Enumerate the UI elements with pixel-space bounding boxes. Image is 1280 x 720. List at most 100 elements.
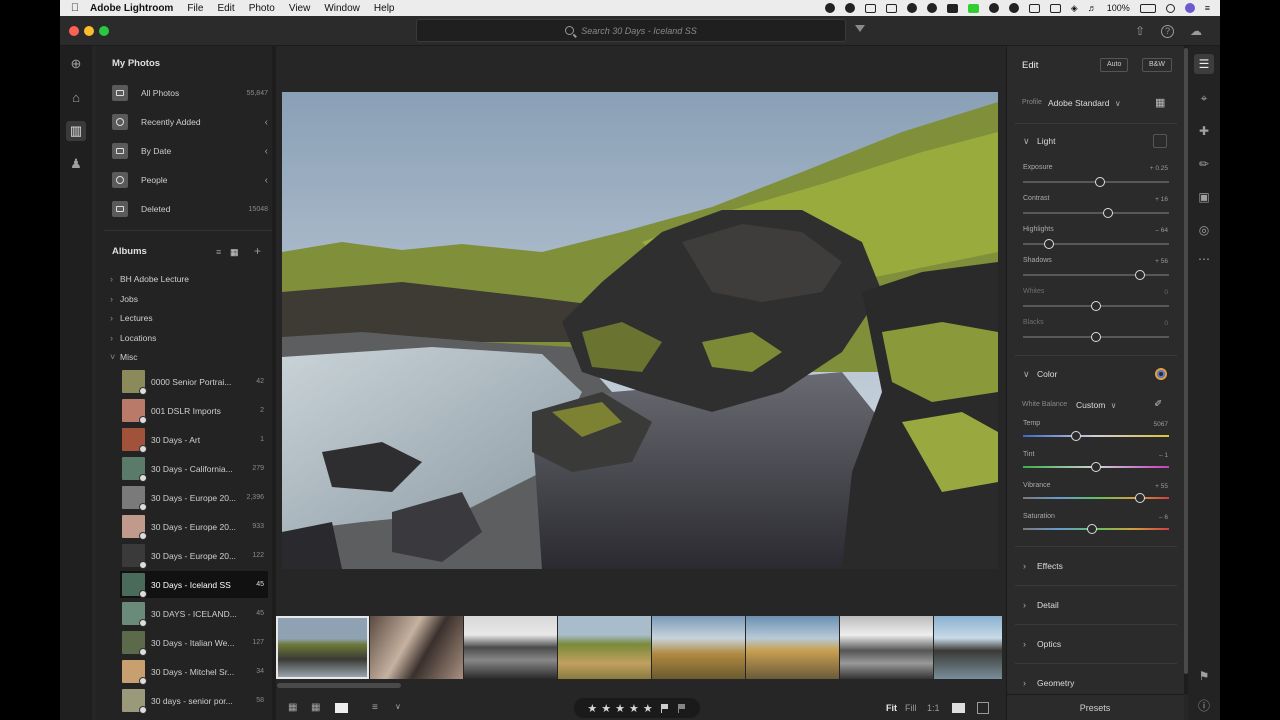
sidebar-item-people[interactable]: People ‹	[112, 168, 268, 192]
filmstrip-thumbnail[interactable]	[464, 616, 557, 679]
add-photos-icon[interactable]: ⊕	[66, 54, 86, 74]
info-overlay-icon[interactable]	[952, 703, 965, 713]
album-folder[interactable]: › BH Adobe Lecture	[110, 270, 266, 288]
star-icon[interactable]: ★	[643, 702, 653, 715]
healing-icon[interactable]: ✚	[1194, 121, 1214, 141]
slider-knob-highlights[interactable]	[1044, 239, 1055, 249]
status-icon[interactable]	[1008, 3, 1019, 13]
menu-help[interactable]: Help	[374, 3, 395, 14]
crop-icon[interactable]: ⌖	[1194, 88, 1214, 108]
album-item[interactable]: 001 DSLR Imports 2	[120, 397, 268, 424]
slider-knob-contrast[interactable]	[1102, 208, 1113, 218]
brush-icon[interactable]: ✏	[1194, 154, 1214, 174]
slider-value-highlights[interactable]: – 64	[1155, 227, 1168, 234]
slider-value-contrast[interactable]: + 16	[1155, 196, 1168, 203]
status-icon[interactable]	[844, 3, 855, 13]
color-mixer-icon[interactable]	[1155, 368, 1167, 380]
slider-knob-vibrance[interactable]	[1134, 493, 1145, 503]
slider-value-saturation[interactable]: – 6	[1159, 514, 1168, 521]
radial-gradient-icon[interactable]: ◎	[1194, 220, 1214, 240]
filter-icon[interactable]	[855, 25, 865, 32]
compare-view-icon[interactable]	[977, 702, 989, 714]
status-icon[interactable]	[926, 3, 937, 13]
menu-photo[interactable]: Photo	[249, 3, 275, 14]
minimize-window-button[interactable]	[84, 26, 94, 36]
section-header-detail[interactable]: › Detail	[1007, 595, 1185, 615]
keyword-tag-icon[interactable]: ⚑	[1194, 666, 1214, 686]
album-item[interactable]: 30 DAYS - ICELAND... 45	[120, 600, 268, 627]
info-icon[interactable]: ⓘ	[1194, 696, 1214, 716]
status-icon[interactable]	[906, 3, 917, 13]
slider-track-shadows[interactable]	[1023, 274, 1169, 276]
help-icon[interactable]: ?	[1161, 25, 1174, 38]
grid-view-icon[interactable]: ▦	[230, 247, 239, 258]
chevron-left-icon[interactable]: ‹	[265, 117, 268, 128]
slider-value-temp[interactable]: 5067	[1154, 421, 1168, 428]
status-icon[interactable]	[967, 3, 979, 13]
menu-edit[interactable]: Edit	[217, 3, 234, 14]
detail-view-icon[interactable]	[335, 703, 348, 713]
filmstrip-thumbnail[interactable]	[558, 616, 651, 679]
volume-icon[interactable]: ♬	[1088, 3, 1097, 13]
filmstrip-thumbnail[interactable]	[652, 616, 745, 679]
slider-track-vibrance[interactable]	[1023, 497, 1169, 499]
zoom-window-button[interactable]	[99, 26, 109, 36]
sidebar-item-by-date[interactable]: By Date ‹	[112, 139, 268, 163]
album-folder[interactable]: ˅ Misc	[110, 348, 266, 366]
filmstrip-thumbnail[interactable]	[276, 616, 369, 679]
album-item[interactable]: 30 Days - Europe 20... 933	[120, 513, 268, 540]
album-item[interactable]: 30 Days - Europe 20... 122	[120, 542, 268, 569]
sort-chevron-icon[interactable]: ∨	[395, 702, 401, 711]
album-item[interactable]: 30 Days - Europe 20... 2,396	[120, 484, 268, 511]
slider-value-shadows[interactable]: + 56	[1155, 258, 1168, 265]
menu-file[interactable]: File	[187, 3, 203, 14]
filmstrip-thumbnail[interactable]	[370, 616, 463, 679]
slider-knob-tint[interactable]	[1091, 462, 1101, 472]
profile-dropdown[interactable]: Adobe Standard ∨	[1048, 98, 1121, 108]
airplay-icon[interactable]	[1028, 3, 1040, 13]
search-input[interactable]: Search 30 Days - Iceland SS	[416, 19, 846, 42]
status-icon[interactable]	[946, 3, 958, 13]
slider-knob-blacks[interactable]	[1091, 332, 1101, 342]
eyedropper-icon[interactable]: ✏	[1152, 397, 1166, 411]
star-icon[interactable]: ★	[615, 702, 625, 715]
sidebar-item-all-photos[interactable]: All Photos 55,847	[112, 81, 268, 105]
tone-curve-button[interactable]	[1153, 134, 1167, 148]
cloud-sync-icon[interactable]: ☁	[1188, 23, 1204, 39]
zoom-fit-button[interactable]: Fit	[886, 703, 897, 713]
presets-button[interactable]: Presets	[1006, 694, 1184, 720]
share-icon[interactable]: ⇧	[1132, 23, 1148, 39]
star-icon[interactable]: ★	[587, 702, 597, 715]
slider-knob-saturation[interactable]	[1086, 524, 1097, 534]
slider-value-whites[interactable]: 0	[1164, 289, 1168, 296]
slider-knob-temp[interactable]	[1070, 431, 1081, 441]
slider-value-tint[interactable]: – 1	[1159, 452, 1168, 459]
filmstrip-thumbnail[interactable]	[840, 616, 933, 679]
zoom-fill-button[interactable]: Fill	[905, 703, 917, 713]
album-item[interactable]: 30 days - senior por... 58	[120, 687, 268, 714]
menu-view[interactable]: View	[289, 3, 311, 14]
main-photo[interactable]	[282, 92, 998, 569]
filmstrip-thumbnail[interactable]	[934, 616, 1002, 679]
slider-value-blacks[interactable]: 0	[1164, 320, 1168, 327]
album-item[interactable]: 30 Days - California... 279	[120, 455, 268, 482]
album-item[interactable]: 30 Days - Iceland SS 45	[120, 571, 268, 598]
profile-browser-icon[interactable]: ▦	[1155, 96, 1165, 109]
section-header-optics[interactable]: › Optics	[1007, 634, 1185, 654]
star-icon[interactable]: ★	[601, 702, 611, 715]
slider-track-temp[interactable]	[1023, 435, 1169, 437]
status-icon[interactable]	[824, 3, 835, 13]
edit-sliders-icon[interactable]: ☰	[1194, 54, 1214, 74]
zoom-1to1-button[interactable]: 1:1	[927, 703, 940, 713]
display-icon[interactable]	[1049, 3, 1061, 13]
reject-flag-icon[interactable]	[677, 703, 687, 713]
pick-flag-icon[interactable]	[660, 703, 670, 713]
status-icon[interactable]	[988, 3, 999, 13]
app-menu[interactable]: Adobe Lightroom	[90, 3, 173, 14]
control-center-icon[interactable]: ≡	[1205, 3, 1210, 13]
square-grid-icon[interactable]: ▦	[288, 702, 297, 713]
wifi-icon[interactable]: ◈	[1071, 3, 1078, 14]
filmstrip-thumbnail[interactable]	[746, 616, 839, 679]
section-header-effects[interactable]: › Effects	[1007, 556, 1185, 576]
add-album-button[interactable]: +	[254, 244, 261, 258]
